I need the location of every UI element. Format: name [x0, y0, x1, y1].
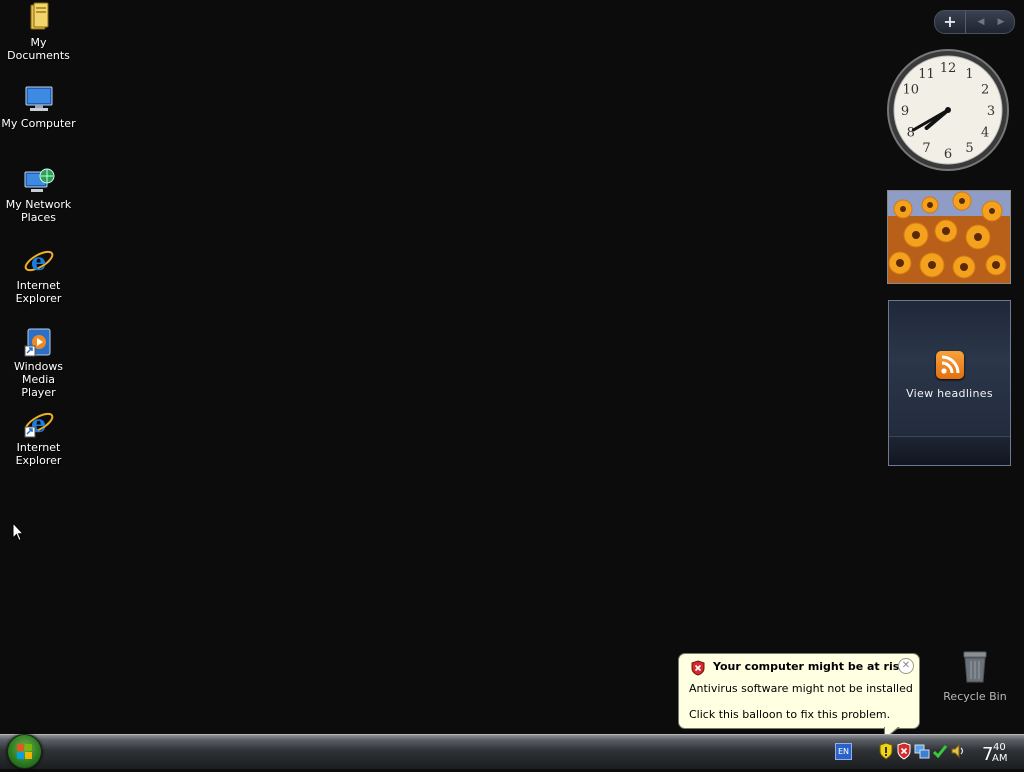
balloon-action-text: Click this balloon to fix this problem. [689, 708, 891, 721]
security-alert-red-icon[interactable] [896, 742, 912, 760]
taskbar-clock[interactable]: 7 40 AM [980, 740, 1020, 766]
svg-text:e: e [31, 247, 46, 276]
network-icon[interactable] [914, 742, 930, 760]
desktop-icon-label-line2: Explorer [15, 454, 62, 467]
desktop-icon-recycle-bin[interactable]: Recycle Bin [940, 650, 1010, 703]
desktop-icon-windows-media-player[interactable]: Windows Media Player [0, 326, 77, 399]
slideshow-gadget[interactable] [887, 190, 1011, 284]
balloon-message: Antivirus software might not be installe… [689, 682, 913, 695]
clock-numeral: 8 [907, 126, 915, 141]
recycle-bin-icon [963, 651, 987, 683]
network-places-icon [23, 164, 55, 196]
view-headlines-link[interactable]: View headlines [889, 387, 1010, 400]
security-shield-yellow-icon[interactable] [878, 742, 894, 760]
computer-icon [23, 83, 55, 115]
clock-numeral: 7 [922, 141, 930, 156]
clock-ampm: AM [992, 753, 1008, 764]
internet-explorer-shortcut-icon: e [23, 407, 55, 439]
desktop-icon-internet-explorer[interactable]: e Internet Explorer [0, 245, 77, 305]
clock-numeral: 2 [981, 83, 989, 98]
rss-icon [936, 351, 964, 379]
clock-minute: 40 [993, 742, 1006, 753]
clock-numeral: 6 [944, 147, 952, 162]
sidebar-controls: + ◀ ▶ [934, 10, 1015, 34]
start-button[interactable] [7, 734, 42, 769]
folder-icon [23, 2, 55, 34]
desktop-icon-label-line1: Internet [16, 441, 61, 454]
desktop-icon-label-line2: Places [21, 211, 56, 224]
desktop: My Documents My Computer My Network Plac… [0, 0, 1024, 740]
desktop-icon-label: My Computer [1, 117, 76, 130]
windows-media-player-icon [23, 326, 55, 358]
clock-face: 12 12 3 45678 9 1011 [887, 49, 1009, 171]
taskbar: EN 7 40 AM [0, 734, 1024, 769]
windows-logo-icon [17, 744, 32, 759]
desktop-icon-label-line2: Player [21, 386, 56, 399]
clock-numeral: 11 [918, 67, 935, 82]
balloon-title: Your computer might be at risk [713, 660, 907, 673]
clock-numeral: 12 [940, 61, 957, 76]
volume-icon[interactable] [950, 742, 966, 760]
clock-numeral: 10 [903, 83, 920, 98]
desktop-icon-label-line2: Explorer [15, 292, 62, 305]
clock-numeral: 3 [987, 104, 995, 119]
mouse-cursor-icon [12, 521, 25, 542]
check-icon[interactable] [932, 742, 948, 760]
desktop-icon-my-computer[interactable]: My Computer [0, 83, 77, 130]
desktop-icon-my-documents[interactable]: My Documents [0, 2, 77, 62]
previous-gadget-button[interactable]: ◀ [971, 11, 991, 33]
desktop-icon-my-network-places[interactable]: My Network Places [0, 164, 77, 224]
security-notification-balloon[interactable]: Your computer might be at risk ✕ Antivir… [678, 653, 920, 740]
feed-headlines-gadget[interactable]: View headlines [888, 300, 1011, 466]
clock-numeral: 5 [965, 141, 973, 156]
desktop-icon-label-line1: My Network [5, 198, 72, 211]
clock-numeral: 4 [981, 126, 989, 141]
desktop-icon-label-line1: Internet [16, 279, 61, 292]
desktop-icon-internet-explorer-shortcut[interactable]: e Internet Explorer [0, 407, 77, 467]
add-gadget-button[interactable]: + [935, 11, 966, 33]
clock-gadget[interactable]: 12 1 2 3 4 5 6 7 8 9 10 11 [886, 48, 1010, 172]
next-gadget-button[interactable]: ▶ [991, 11, 1011, 33]
feed-footer [889, 436, 1010, 465]
clock-numeral: 1 [965, 67, 973, 82]
security-alert-shield-icon [690, 660, 706, 676]
balloon-close-button[interactable]: ✕ [898, 658, 914, 674]
slideshow-flowers-image [888, 191, 1010, 283]
recycle-bin-label: Recycle Bin [943, 690, 1007, 703]
internet-explorer-icon: e [23, 245, 55, 277]
desktop-icon-label: My Documents [7, 36, 70, 62]
language-indicator[interactable]: EN [835, 743, 852, 760]
desktop-icon-label-line1: Windows Media [13, 360, 64, 386]
clock-numeral: 9 [901, 104, 909, 119]
